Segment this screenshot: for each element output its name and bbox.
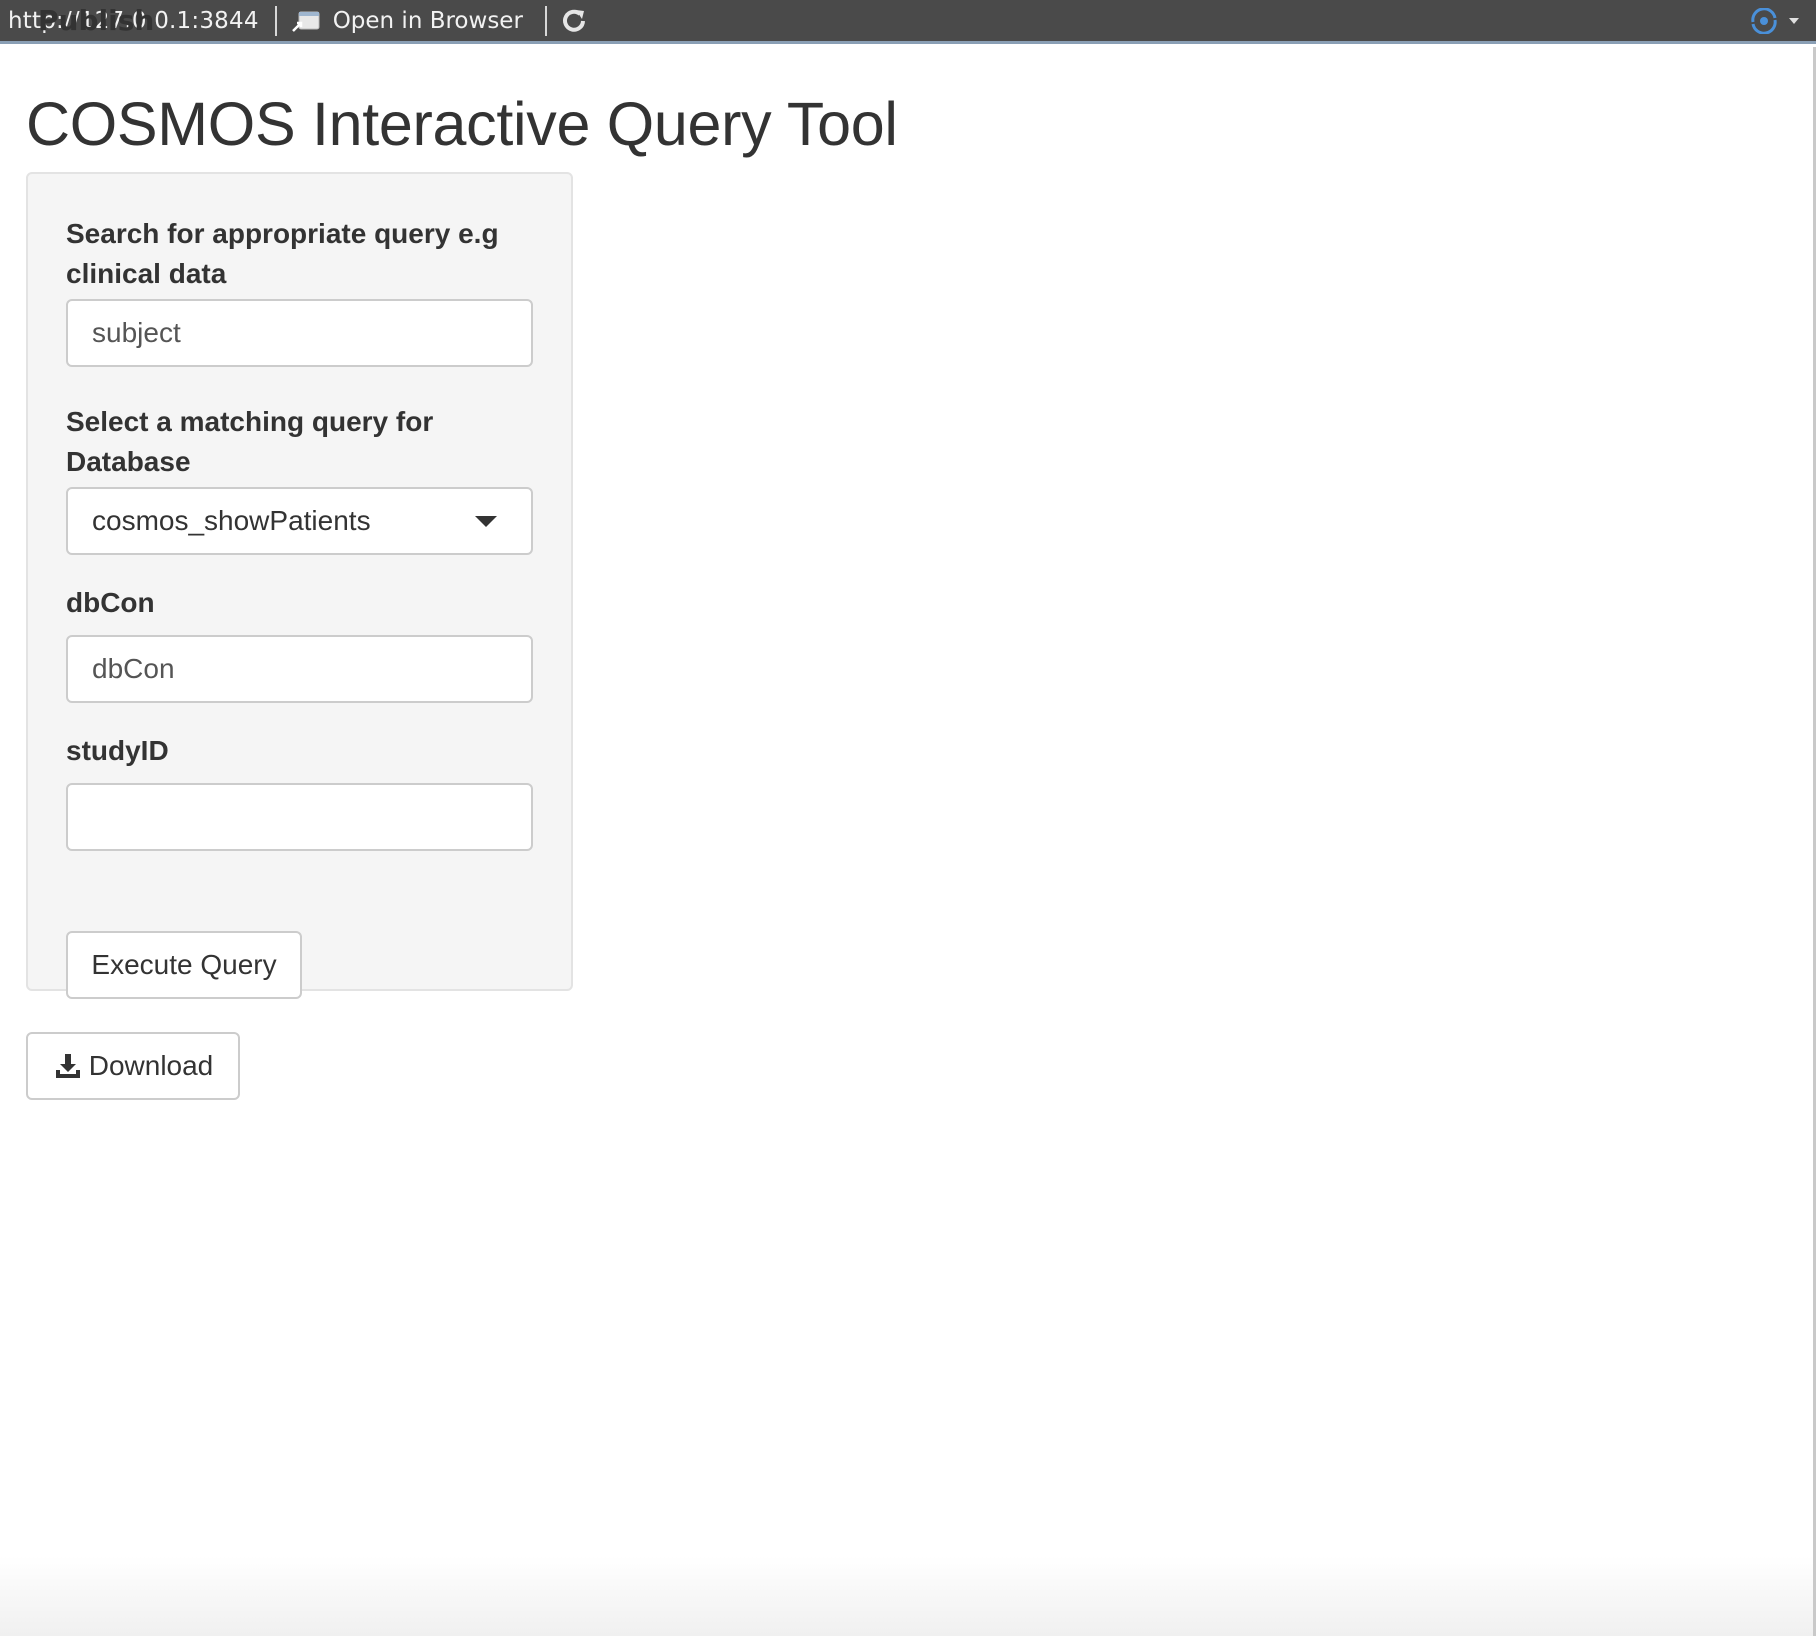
studyid-label: studyID — [66, 735, 169, 766]
dbcon-field[interactable]: dbCon — [66, 635, 533, 703]
bottom-shadow — [0, 1556, 1816, 1636]
search-input-value: subject — [92, 317, 181, 348]
query-select-value: cosmos_showPatients — [92, 505, 371, 536]
sidebar-panel: Search for appropriate query e.g clinica… — [26, 172, 573, 999]
download-icon — [55, 1054, 80, 1078]
page-title: COSMOS Interactive Query Tool — [26, 90, 898, 158]
search-label: Search for appropriate query e.g clinica… — [66, 218, 499, 289]
publish-label: Publish — [38, 3, 155, 37]
download-label: Download — [88, 1050, 214, 1081]
chevron-down-icon[interactable] — [1788, 17, 1800, 25]
chevron-down-icon — [475, 516, 497, 527]
execute-query-button[interactable]: Execute Query — [66, 931, 302, 999]
viewer-toolbar: http://127.0.0.1:3844 Open in Browser Pu… — [0, 0, 1816, 44]
execute-query-label: Execute Query — [91, 949, 277, 980]
refresh-icon — [563, 9, 585, 32]
query-select[interactable]: cosmos_showPatients — [66, 487, 533, 555]
dbcon-field-value: dbCon — [92, 653, 175, 684]
studyid-field[interactable] — [66, 783, 533, 851]
dbcon-label: dbCon — [66, 587, 155, 618]
search-input[interactable]: subject — [66, 299, 533, 367]
select-query-label: Select a matching query for Database — [66, 406, 434, 477]
publish-icon — [1751, 7, 1777, 34]
refresh-button[interactable] — [547, 0, 601, 41]
app-page: COSMOS Interactive Query Tool Search for… — [0, 47, 1816, 1636]
download-button[interactable]: Download — [26, 1032, 240, 1100]
publish-button[interactable]: Publish — [38, 0, 1816, 41]
